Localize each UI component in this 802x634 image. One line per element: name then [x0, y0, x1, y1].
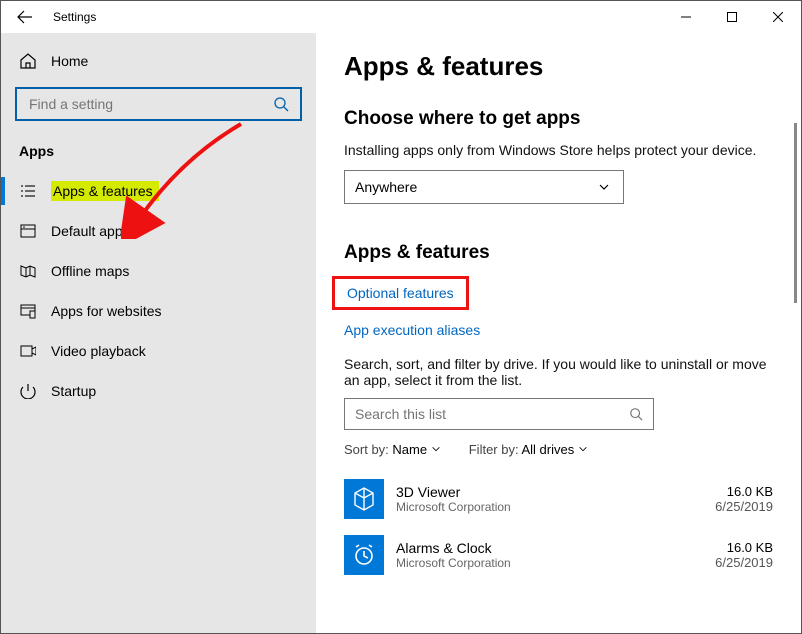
sidebar-item-label: Offline maps — [51, 263, 129, 279]
maximize-button[interactable] — [709, 1, 755, 33]
sort-filter-row: Sort by: Name Filter by: All drives — [344, 442, 773, 457]
optional-features-link[interactable]: Optional features — [347, 285, 454, 301]
optional-features-highlight: Optional features — [332, 276, 469, 310]
app-list-item[interactable]: Alarms & Clock Microsoft Corporation 16.… — [344, 527, 773, 583]
sidebar-item-startup[interactable]: Startup — [1, 371, 316, 411]
app-size: 16.0 KB — [715, 540, 773, 555]
app-source-value: Anywhere — [355, 179, 417, 195]
filter-by-control[interactable]: Filter by: All drives — [469, 442, 588, 457]
defaults-icon — [19, 222, 37, 240]
apps-search[interactable] — [344, 398, 654, 430]
sidebar-item-video-playback[interactable]: Video playback — [1, 331, 316, 371]
section-apps-heading: Apps & features — [344, 242, 773, 264]
sidebar-item-apps-features[interactable]: Apps & features — [1, 171, 316, 211]
app-name: Alarms & Clock — [396, 540, 703, 556]
app-execution-aliases-link[interactable]: App execution aliases — [344, 322, 480, 338]
titlebar: Settings — [1, 1, 801, 33]
section-choose-heading: Choose where to get apps — [344, 108, 773, 130]
sidebar-home-label: Home — [51, 53, 88, 69]
back-arrow-icon — [17, 9, 33, 25]
close-icon — [773, 12, 783, 22]
filter-label: Filter by: — [469, 442, 519, 457]
app-size: 16.0 KB — [715, 484, 773, 499]
minimize-icon — [681, 12, 691, 22]
minimize-button[interactable] — [663, 1, 709, 33]
sidebar-item-default-apps[interactable]: Default apps — [1, 211, 316, 251]
sidebar-item-apps-for-websites[interactable]: Apps for websites — [1, 291, 316, 331]
sidebar-search[interactable] — [15, 87, 302, 121]
sidebar-item-label: Startup — [51, 383, 96, 399]
chevron-down-icon — [578, 444, 588, 454]
sidebar-home[interactable]: Home — [1, 41, 316, 81]
home-icon — [19, 52, 37, 70]
window-title: Settings — [49, 10, 663, 24]
app-list-item[interactable]: 3D Viewer Microsoft Corporation 16.0 KB … — [344, 471, 773, 527]
app-source-select[interactable]: Anywhere — [344, 170, 624, 204]
clock-icon — [351, 542, 377, 568]
startup-icon — [19, 382, 37, 400]
close-button[interactable] — [755, 1, 801, 33]
sort-value: Name — [392, 442, 427, 457]
video-icon — [19, 342, 37, 360]
search-icon — [627, 405, 645, 423]
sidebar-item-offline-maps[interactable]: Offline maps — [1, 251, 316, 291]
list-icon — [19, 182, 37, 200]
sidebar-item-label: Apps for websites — [51, 303, 162, 319]
sidebar: Home Apps Apps & features Default ap — [1, 33, 316, 633]
app-publisher: Microsoft Corporation — [396, 500, 703, 514]
chevron-down-icon — [431, 444, 441, 454]
map-icon — [19, 262, 37, 280]
chevron-down-icon — [595, 178, 613, 196]
app-date: 6/25/2019 — [715, 499, 773, 514]
apps-list-desc: Search, sort, and filter by drive. If yo… — [344, 356, 773, 388]
settings-window: Settings Home Apps — [0, 0, 802, 634]
page-title: Apps & features — [344, 51, 773, 82]
cube-icon — [351, 486, 377, 512]
app-icon-3d-viewer — [344, 479, 384, 519]
search-icon — [272, 95, 290, 113]
apps-search-input[interactable] — [353, 405, 627, 423]
sidebar-search-input[interactable] — [27, 95, 272, 113]
app-icon-alarms-clock — [344, 535, 384, 575]
sidebar-item-label: Video playback — [51, 343, 146, 359]
back-button[interactable] — [1, 9, 49, 25]
app-date: 6/25/2019 — [715, 555, 773, 570]
window-body: Home Apps Apps & features Default ap — [1, 33, 801, 633]
main-content: Apps & features Choose where to get apps… — [316, 33, 801, 633]
sort-by-control[interactable]: Sort by: Name — [344, 442, 441, 457]
app-name: 3D Viewer — [396, 484, 703, 500]
website-icon — [19, 302, 37, 320]
app-publisher: Microsoft Corporation — [396, 556, 703, 570]
sort-label: Sort by: — [344, 442, 389, 457]
filter-value: All drives — [521, 442, 574, 457]
section-choose-help: Installing apps only from Windows Store … — [344, 142, 773, 158]
sidebar-item-label: Apps & features — [53, 183, 153, 199]
sidebar-section-title: Apps — [1, 135, 316, 171]
scrollbar[interactable] — [794, 123, 797, 303]
sidebar-item-label: Default apps — [51, 223, 130, 239]
maximize-icon — [727, 12, 737, 22]
